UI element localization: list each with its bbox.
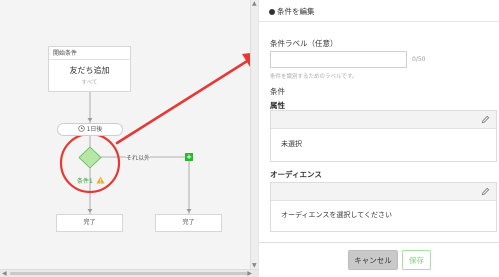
condition-label-field-label: 条件ラベル（任意） — [270, 39, 338, 48]
flow-connectors — [59, 52, 258, 214]
clock-icon — [77, 125, 85, 132]
attribute-value: 未選択 — [281, 140, 302, 148]
vertical-scrollbar[interactable]: ▲ ▼ — [250, 0, 258, 269]
start-condition-node[interactable]: 開始条件 友だち追加 すべて — [48, 46, 131, 92]
audience-box-header — [271, 183, 496, 201]
add-step-plus-icon[interactable]: + — [185, 153, 193, 161]
connector-arrow — [186, 209, 192, 213]
highlight-arrow — [115, 56, 254, 145]
warning-icon — [96, 176, 105, 184]
flow-canvas[interactable]: 開始条件 友だち追加 すべて 1日後 条件1 それ以外 + 完了 完了 ▲ ▼ … — [0, 0, 258, 277]
start-node-header: 開始条件 — [49, 47, 130, 60]
audience-value: オーディエンスを選択してください — [281, 211, 392, 219]
end-node[interactable]: 完了 — [56, 214, 123, 232]
panel-divider — [259, 21, 499, 22]
audience-box: オーディエンスを選択してください — [270, 182, 497, 232]
panel-title: 条件を編集 — [269, 6, 315, 17]
condition-section-title: 条件 — [270, 87, 285, 96]
audience-label: オーディエンス — [270, 170, 322, 179]
scroll-right-arrow-icon[interactable]: ▶ — [247, 270, 252, 277]
save-button[interactable]: 保存 — [402, 250, 431, 270]
condition-diamond[interactable] — [78, 146, 102, 169]
panel-title-text: 条件を編集 — [277, 7, 315, 16]
pencil-icon[interactable] — [481, 187, 490, 196]
wait-step[interactable]: 1日後 — [57, 123, 123, 136]
flow-editor: 開始条件 友だち追加 すべて 1日後 条件1 それ以外 + 完了 完了 ▲ ▼ … — [0, 0, 499, 277]
scroll-up-arrow-icon[interactable]: ▲ — [252, 0, 257, 7]
condition-label-input[interactable] — [270, 51, 407, 68]
wait-label: 1日後 — [86, 126, 103, 133]
scroll-left-arrow-icon[interactable]: ◀ — [2, 270, 7, 277]
attribute-box-header — [271, 111, 496, 129]
scroll-down-arrow-icon[interactable]: ▼ — [252, 262, 257, 269]
end-node[interactable]: 完了 — [155, 214, 222, 232]
start-node-subtitle: すべて — [81, 80, 98, 86]
footer-divider — [259, 242, 499, 243]
horizontal-scroll-thumb[interactable] — [10, 272, 250, 275]
edit-condition-panel: 条件を編集 条件ラベル（任意） 0/50 条件を識別するためのラベルです。 条件… — [258, 0, 499, 277]
cancel-button[interactable]: キャンセル — [348, 250, 398, 270]
else-branch-label: それ以外 — [126, 153, 151, 162]
attribute-box: 未選択 — [270, 110, 497, 162]
title-bullet-icon — [269, 8, 275, 15]
condition-label[interactable]: 条件1 — [77, 176, 93, 185]
connector-arrow — [87, 209, 93, 213]
horizontal-scrollbar[interactable]: ◀ ▶ — [0, 269, 258, 277]
connector-arrow — [87, 118, 93, 122]
pencil-icon[interactable] — [481, 115, 490, 124]
char-counter: 0/50 — [412, 56, 426, 63]
condition-label-help: 条件を識別するためのラベルです。 — [270, 74, 358, 80]
start-node-title: 友だち追加 — [69, 66, 110, 75]
